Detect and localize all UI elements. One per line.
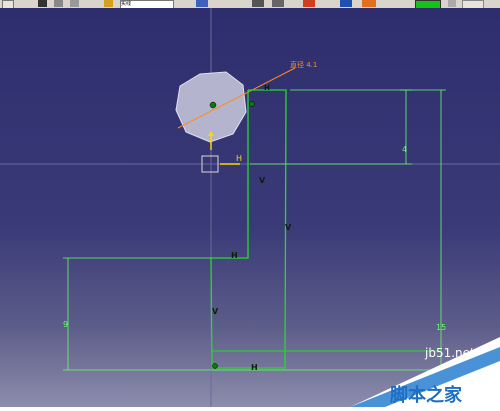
vertical-constraint-marker[interactable]: V (212, 307, 219, 316)
open-icon[interactable] (38, 0, 47, 7)
vertical-constraint-marker[interactable]: V (259, 176, 266, 185)
watermark-site: 脚本之家 (390, 384, 463, 406)
pen-icon[interactable] (104, 0, 113, 7)
zoom-icon[interactable] (252, 0, 264, 7)
grid-icon[interactable] (303, 0, 315, 7)
dropdown-arrow-icon[interactable] (448, 0, 456, 7)
save-icon[interactable] (54, 0, 63, 7)
horizontal-constraint-marker[interactable]: H (264, 84, 270, 92)
dim-9-label[interactable]: 9 (63, 320, 68, 329)
diameter-label[interactable]: 直径 4.1 (290, 60, 317, 69)
profile-vertex-point[interactable] (212, 363, 218, 369)
print-icon[interactable] (70, 0, 79, 7)
dim-4-label[interactable]: 4 (402, 145, 407, 154)
watermark-url: jb51.net (424, 346, 475, 360)
vertical-constraint-marker[interactable]: V (285, 223, 292, 232)
analysis-icon[interactable] (362, 0, 376, 7)
fit-icon[interactable] (272, 0, 284, 7)
dim-15-label[interactable]: 15 (436, 323, 446, 332)
curve-icon[interactable] (196, 0, 208, 7)
horizontal-constraint-marker[interactable]: H (251, 363, 258, 372)
axis-h-label: H (236, 154, 242, 163)
watermark: jb51.net 脚本之家 (350, 337, 500, 407)
profile-vertex-point[interactable] (249, 101, 255, 107)
sphere-center-point[interactable] (209, 101, 217, 109)
horizontal-constraint-marker[interactable]: H (231, 251, 238, 260)
constraint-icon[interactable] (340, 0, 352, 7)
